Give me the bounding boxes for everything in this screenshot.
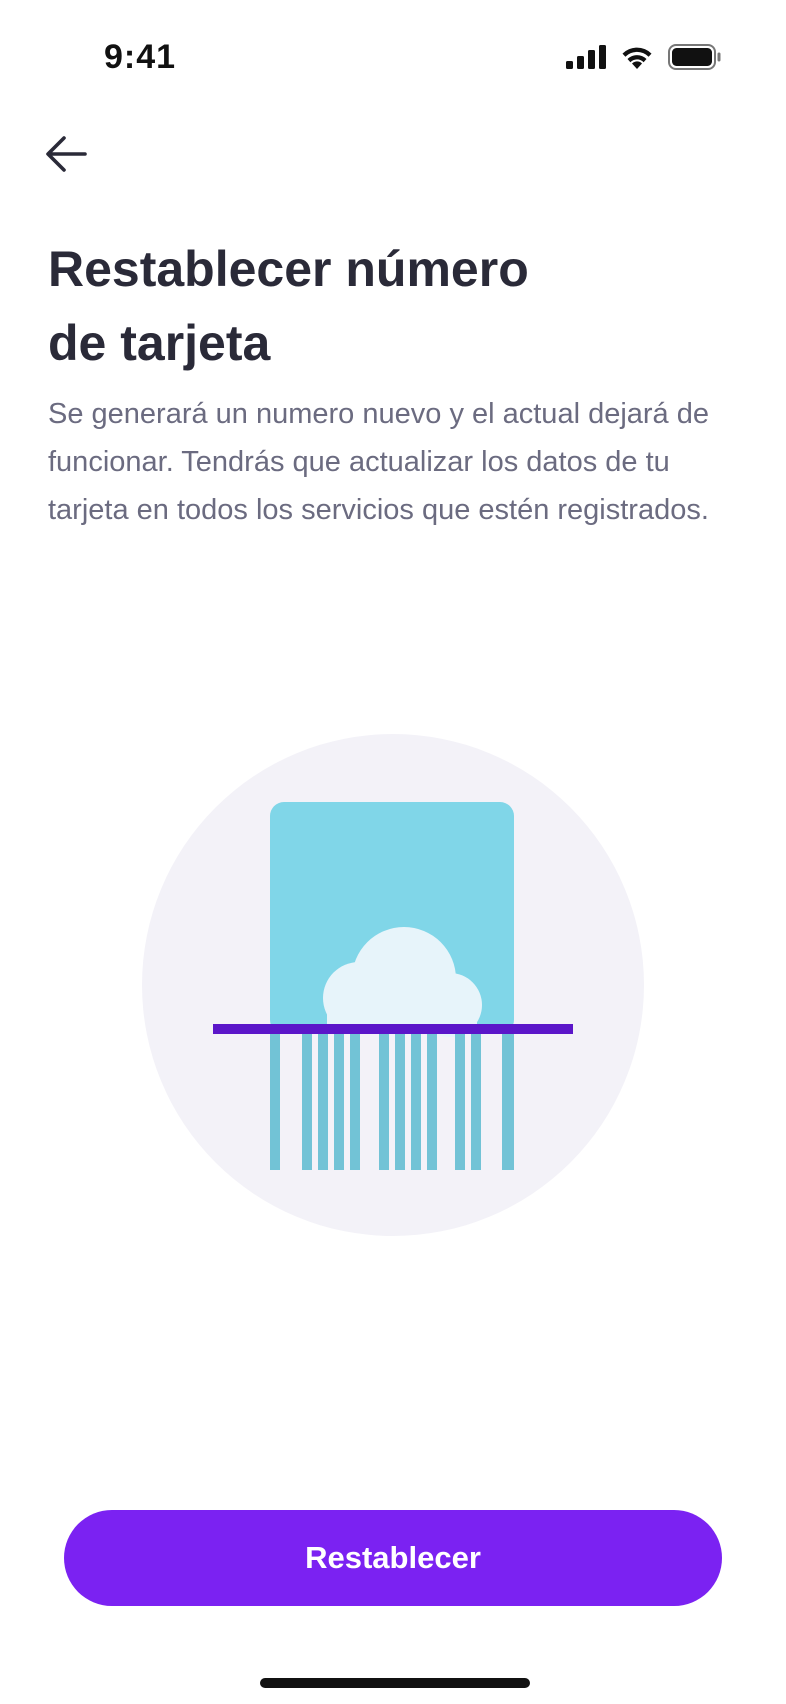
home-indicator: [260, 1678, 530, 1688]
card-shredder-illustration: [142, 734, 644, 1236]
status-bar: 9:41: [0, 0, 786, 118]
shredder-slot: [213, 1024, 573, 1034]
page-title-line2: de tarjeta: [48, 315, 271, 371]
page-description: Se generará un numero nuevo y el actual …: [48, 398, 709, 526]
page-title-line1: Restablecer número: [48, 241, 529, 297]
status-time: 9:41: [104, 38, 177, 76]
wifi-icon: [622, 47, 652, 69]
reset-button[interactable]: Restablecer: [64, 1510, 722, 1606]
back-button[interactable]: [36, 124, 96, 184]
page-title: Restablecer número de tarjeta: [48, 232, 688, 380]
status-icons: [566, 44, 722, 70]
battery-icon: [668, 44, 721, 70]
cellular-signal-icon: [566, 45, 606, 69]
arrow-left-icon: [46, 136, 87, 172]
